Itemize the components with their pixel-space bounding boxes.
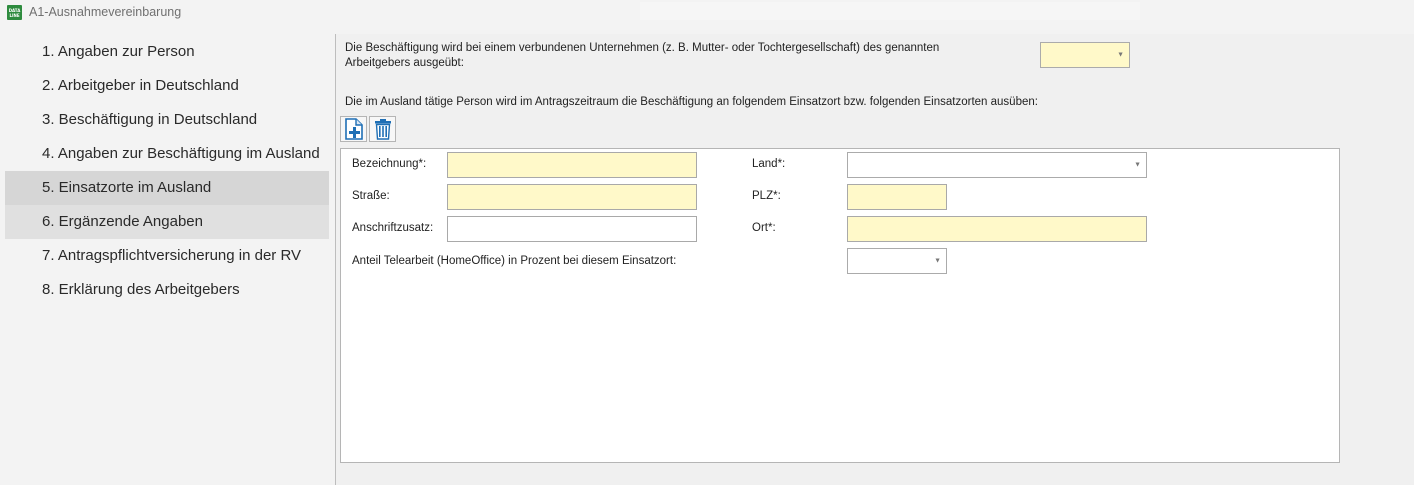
trash-icon xyxy=(374,119,391,140)
strasse-input[interactable] xyxy=(447,184,697,210)
app-logo-line-2: LINE xyxy=(9,12,20,18)
question-work-locations: Die im Ausland tätige Person wird im Ant… xyxy=(345,96,1038,108)
bezeichnung-input[interactable] xyxy=(447,152,697,178)
window-title: A1-Ausnahmevereinbarung xyxy=(29,5,182,19)
sidebar-item-arbeitgeber-deutschland[interactable]: 2. Arbeitgeber in Deutschland xyxy=(5,69,329,103)
locations-toolbar xyxy=(340,116,398,142)
app-logo-icon: DATA LINE xyxy=(7,5,22,20)
chevron-down-icon: ▼ xyxy=(934,257,941,265)
add-location-button[interactable] xyxy=(340,116,367,142)
strasse-label: Straße: xyxy=(352,190,390,202)
telearbeit-select[interactable]: ▼ xyxy=(847,248,947,274)
sidebar-nav: 1. Angaben zur Person 2. Arbeitgeber in … xyxy=(5,35,329,307)
title-bar-blank-area xyxy=(640,2,1140,20)
sidebar-item-beschaeftigung-ausland[interactable]: 4. Angaben zur Beschäftigung im Ausland xyxy=(5,137,329,171)
delete-location-button[interactable] xyxy=(369,116,396,142)
location-form-panel: Bezeichnung*: Straße: Anschriftzusatz: L… xyxy=(340,148,1340,463)
main-content: Die Beschäftigung wird bei einem verbund… xyxy=(336,34,1414,485)
bezeichnung-label: Bezeichnung*: xyxy=(352,158,427,170)
sidebar-item-ergaenzende-angaben[interactable]: 6. Ergänzende Angaben xyxy=(5,205,329,239)
anschriftzusatz-input[interactable] xyxy=(447,216,697,242)
sidebar-item-angaben-person[interactable]: 1. Angaben zur Person xyxy=(5,35,329,69)
add-document-icon xyxy=(344,118,363,140)
plz-label: PLZ*: xyxy=(752,190,781,202)
ort-label: Ort*: xyxy=(752,222,776,234)
sidebar-item-antragspflichtversicherung[interactable]: 7. Antragspflichtversicherung in der RV xyxy=(5,239,329,273)
affiliated-company-select[interactable]: ▼ xyxy=(1040,42,1130,68)
chevron-down-icon: ▼ xyxy=(1134,161,1141,169)
plz-input[interactable] xyxy=(847,184,947,210)
chevron-down-icon: ▼ xyxy=(1117,51,1124,59)
sidebar-item-erklaerung-arbeitgeber[interactable]: 8. Erklärung des Arbeitgebers xyxy=(5,273,329,307)
question-affiliated-company: Die Beschäftigung wird bei einem verbund… xyxy=(345,42,940,69)
sidebar-item-beschaeftigung-deutschland[interactable]: 3. Beschäftigung in Deutschland xyxy=(5,103,329,137)
telearbeit-label: Anteil Telearbeit (HomeOffice) in Prozen… xyxy=(352,255,677,267)
sidebar-item-einsatzorte-ausland[interactable]: 5. Einsatzorte im Ausland xyxy=(5,171,329,205)
anschriftzusatz-label: Anschriftzusatz: xyxy=(352,222,434,234)
land-label: Land*: xyxy=(752,158,786,170)
title-bar: DATA LINE A1-Ausnahmevereinbarung xyxy=(0,0,1414,26)
ort-input[interactable] xyxy=(847,216,1147,242)
land-select[interactable]: ▼ xyxy=(847,152,1147,178)
